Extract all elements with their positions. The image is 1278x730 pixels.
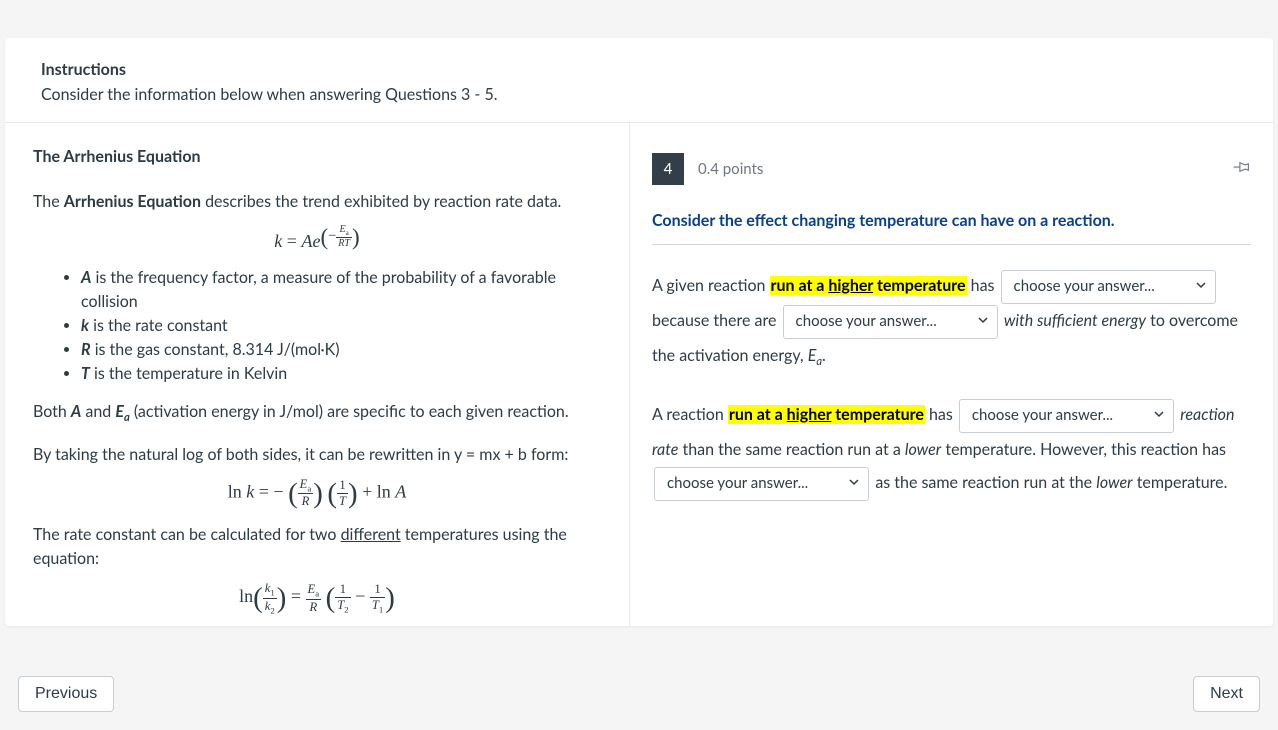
passage-intro: The Arrhenius Equation describes the tre…	[33, 190, 601, 214]
text: The rate constant can be calculated for …	[33, 525, 341, 544]
text: as the same reaction run at the	[875, 473, 1096, 492]
text: The	[33, 192, 64, 211]
equation-arrhenius: k = Ae(−EaRT)	[33, 224, 601, 252]
equation-linear: ln k = − (EaR) (1T) + ln A	[33, 477, 601, 510]
question-body: A given reaction run at a higher tempera…	[652, 269, 1251, 501]
chevron-down-icon	[848, 468, 860, 500]
question-panel: 4 0.4 points Consider the effect changin…	[630, 123, 1273, 626]
text: is the frequency factor, a measure of th…	[81, 268, 556, 311]
passage-ln-intro: By taking the natural log of both sides,…	[33, 443, 601, 467]
passage-two-temp: The rate constant can be calculated for …	[33, 523, 601, 571]
content-split: The Arrhenius Equation The Arrhenius Equ…	[5, 122, 1273, 626]
italic-text: lower	[905, 440, 941, 459]
question-points: 0.4 points	[698, 160, 763, 178]
pin-icon[interactable]	[1233, 158, 1251, 180]
paragraph-1: A given reaction run at a higher tempera…	[652, 269, 1251, 374]
instructions-heading: Instructions	[41, 60, 1237, 79]
question-header: 4 0.4 points	[652, 153, 1251, 185]
chevron-down-icon	[1153, 400, 1165, 432]
select-placeholder: choose your answer...	[972, 400, 1113, 432]
text: A reaction	[652, 405, 728, 424]
text: is the temperature in Kelvin	[90, 364, 287, 383]
select-placeholder: choose your answer...	[667, 468, 808, 500]
list-item: A is the frequency factor, a measure of …	[81, 266, 601, 314]
text: temperature	[831, 405, 923, 424]
bold-term: Arrhenius Equation	[64, 192, 201, 211]
list-item: k is the rate constant	[81, 314, 601, 338]
answer-dropdown-4[interactable]: choose your answer...	[654, 467, 869, 501]
var-E: E	[115, 402, 124, 421]
text: Both	[33, 402, 71, 421]
chevron-down-icon	[977, 306, 989, 338]
question-number: 4	[652, 153, 684, 185]
text: and	[81, 402, 115, 421]
text: temperature.	[1133, 473, 1228, 492]
text: because there are	[652, 311, 781, 330]
text: temperature. However, this reaction has	[941, 440, 1226, 459]
answer-dropdown-2[interactable]: choose your answer...	[783, 305, 998, 339]
list-item: T is the temperature in Kelvin	[81, 362, 601, 386]
list-item: R is the gas constant, 8.314 J/(mol·K)	[81, 338, 601, 362]
text: .	[822, 346, 826, 365]
chevron-down-icon	[1195, 271, 1207, 303]
text: has	[967, 276, 999, 295]
instructions-text: Consider the information below when answ…	[41, 85, 1237, 104]
select-placeholder: choose your answer...	[1014, 271, 1155, 303]
text: run at a	[771, 276, 829, 295]
underlined: higher	[787, 405, 832, 424]
text: is the gas constant, 8.314 J/(mol·K)	[91, 340, 340, 359]
italic-text: lower	[1096, 473, 1132, 492]
italic-text: with sufficient energy	[1004, 311, 1146, 330]
passage-panel: The Arrhenius Equation The Arrhenius Equ…	[5, 123, 630, 626]
next-button[interactable]: Next	[1193, 676, 1260, 712]
question-prompt: Consider the effect changing temperature…	[652, 211, 1251, 230]
nav-bar: Previous Next	[18, 676, 1260, 712]
underlined: different	[341, 525, 401, 544]
passage-title: The Arrhenius Equation	[33, 147, 601, 166]
select-placeholder: choose your answer...	[796, 306, 937, 338]
text: is the rate constant	[89, 316, 228, 335]
text: A given reaction	[652, 276, 770, 295]
quiz-card: Instructions Consider the information be…	[5, 38, 1273, 626]
text: describes the trend exhibited by reactio…	[201, 192, 561, 211]
paragraph-2: A reaction run at a higher temperature h…	[652, 398, 1251, 502]
text: run at a	[729, 405, 787, 424]
text: (activation energy in J/mol) are specifi…	[130, 402, 569, 421]
instructions-block: Instructions Consider the information be…	[5, 38, 1273, 122]
text: than the same reaction run at a	[678, 440, 905, 459]
underlined: higher	[828, 276, 873, 295]
divider	[652, 244, 1251, 245]
passage-both: Both A and Ea (activation energy in J/mo…	[33, 400, 601, 427]
highlight-1: run at a higher temperature	[770, 276, 967, 295]
definition-list: A is the frequency factor, a measure of …	[81, 266, 601, 386]
text: has	[925, 405, 957, 424]
highlight-2: run at a higher temperature	[728, 405, 925, 424]
text: temperature	[873, 276, 965, 295]
answer-dropdown-1[interactable]: choose your answer...	[1001, 270, 1216, 304]
previous-button[interactable]: Previous	[18, 676, 114, 712]
var-A: A	[71, 402, 81, 421]
equation-two-temp: ln(k1k2) = EaR (1T2 − 1T1)	[33, 581, 601, 615]
answer-dropdown-3[interactable]: choose your answer...	[959, 399, 1174, 433]
